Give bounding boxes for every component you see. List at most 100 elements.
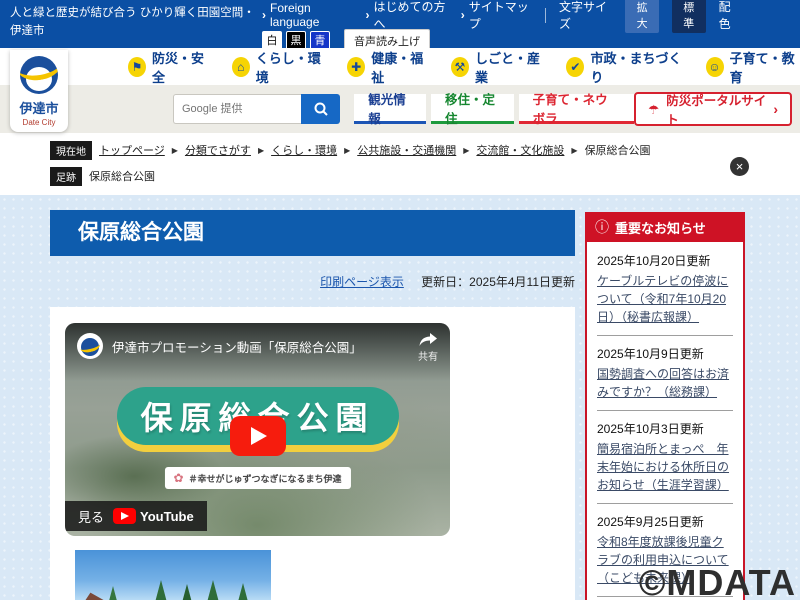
watch-on-youtube-bar[interactable]: 見る YouTube xyxy=(65,501,207,531)
city-catchphrase: 人と緑と歴史が結び合う ひかり輝く田園空間・伊達市 xyxy=(10,5,262,43)
news-item: 2025年10月20日更新 ケーブルテレビの停波について（令和7年10月20日）… xyxy=(597,252,733,336)
youtube-logo: YouTube xyxy=(113,508,194,524)
video-title[interactable]: 伊達市プロモーション動画「保原総合公園」 xyxy=(112,337,362,356)
tree-shape xyxy=(205,580,221,600)
youtube-wordmark: YouTube xyxy=(140,509,194,524)
watermark: ©MDATA xyxy=(639,562,796,600)
news-link[interactable]: 簡易宿泊所とまっぺ 年末年始における休所日のお知らせ（生涯学習課） xyxy=(597,440,733,494)
nav-label: くらし・環境 xyxy=(256,48,326,86)
share-icon xyxy=(419,333,437,347)
important-news-header: ⓘ 重要なお知らせ xyxy=(585,212,745,242)
news-link[interactable]: ケーブルテレビの停波について（令和7年10月20日）（秘書広報課） xyxy=(597,272,733,326)
chevron-icon: › xyxy=(461,8,465,22)
divider xyxy=(545,8,546,23)
youtube-play-icon xyxy=(113,508,136,524)
important-news-list: 2025年10月20日更新 ケーブルテレビの停波について（令和7年10月20日）… xyxy=(585,242,745,600)
share-button[interactable]: 共有 xyxy=(418,333,438,363)
medical-cross-icon: ✚ xyxy=(347,57,365,77)
umbrella-icon: ☂ xyxy=(648,102,659,117)
font-size-label: 文字サイズ xyxy=(559,0,612,32)
city-hall-icon: ✔ xyxy=(566,57,584,77)
news-date: 2025年10月20日更新 xyxy=(597,252,733,269)
date-city-emblem-icon xyxy=(20,56,58,94)
search-input[interactable] xyxy=(173,94,301,124)
breadcrumb-culture[interactable]: 交流館・文化施設 xyxy=(476,142,564,158)
video-tagline: ✿ ＃幸せがじゅずつなぎになるまち伊達 xyxy=(164,467,350,489)
utility-links-row: › Foreign language › はじめての方へ › サイトマップ 文字… xyxy=(262,5,740,25)
close-icon[interactable]: × xyxy=(730,157,749,176)
flower-icon: ✿ xyxy=(173,471,183,485)
logo-city-name: 伊達市 xyxy=(19,98,58,117)
link-sitemap[interactable]: › サイトマップ xyxy=(461,0,532,32)
news-link[interactable]: 国勢調査への回答はお済みですか？（総務課） xyxy=(597,365,733,401)
youtube-video-embed[interactable]: 伊達市プロモーション動画「保原総合公園」 共有 保原総合公園 ✿ ＃幸せがじゅず… xyxy=(65,323,450,536)
arrow-icon: ▶ xyxy=(172,146,178,155)
watch-label: 見る xyxy=(78,507,104,526)
chevron-right-icon: › xyxy=(773,101,778,117)
breadcrumb-facilities[interactable]: 公共施設・交通機関 xyxy=(357,142,456,158)
tab-childcare-neuvola[interactable]: 子育て・ネウボラ xyxy=(519,94,634,124)
nav-item-city-government[interactable]: ✔ 市政・まちづくり xyxy=(566,48,684,86)
tree-shape xyxy=(153,580,169,600)
share-label: 共有 xyxy=(418,348,438,363)
search-subnav: 観光情報 移住・定住 子育て・ネウボラ ☂ 防災ポータルサイト › xyxy=(0,85,800,133)
news-item: 2025年10月9日更新 国勢調査への回答はお済みですか？（総務課） xyxy=(597,345,733,411)
nav-item-work-industry[interactable]: ⚒ しごと・産業 xyxy=(451,48,546,86)
nav-label: しごと・産業 xyxy=(475,48,545,86)
page-title: 保原総合公園 xyxy=(50,210,575,256)
news-date: 2025年10月3日更新 xyxy=(597,420,733,437)
footprint-item: 保原総合公園 xyxy=(89,168,155,184)
city-logo[interactable]: 伊達市 Date City xyxy=(10,50,68,132)
update-row: 印刷ページ表示 更新日：2025年4月11日更新 xyxy=(50,273,575,290)
disaster-portal-button[interactable]: ☂ 防災ポータルサイト › xyxy=(634,92,792,126)
tab-migration[interactable]: 移住・定住 xyxy=(431,94,514,124)
search-button[interactable] xyxy=(301,94,340,124)
nav-item-living-environment[interactable]: ⌂ くらし・環境 xyxy=(232,48,327,86)
utility-controls: › Foreign language › はじめての方へ › サイトマップ 文字… xyxy=(262,5,740,43)
news-item: 2025年10月3日更新 簡易宿泊所とまっぺ 年末年始における休所日のお知らせ（… xyxy=(597,420,733,504)
breadcrumb-current-page: 保原総合公園 xyxy=(585,142,651,158)
nav-item-disaster-safety[interactable]: ⚑ 防災・安全 xyxy=(128,48,211,86)
quick-tabs: 観光情報 移住・定住 子育て・ネウボラ xyxy=(354,94,634,124)
arrow-icon: ▶ xyxy=(463,146,469,155)
link-foreign-language[interactable]: › Foreign language xyxy=(262,1,353,29)
nav-label: 健康・福祉 xyxy=(371,48,430,86)
logo-city-subtitle: Date City xyxy=(23,118,56,127)
breadcrumb: 現在地 トップページ ▶ 分類でさがす ▶ くらし・環境 ▶ 公共施設・交通機関… xyxy=(0,133,800,195)
important-news-panel: ⓘ 重要なお知らせ 2025年10月20日更新 ケーブルテレビの停波について（令… xyxy=(585,212,745,600)
page: 人と緑と歴史が結び合う ひかり輝く田園空間・伊達市 › Foreign lang… xyxy=(0,0,800,600)
info-icon: ⓘ xyxy=(595,217,609,237)
print-page-link[interactable]: 印刷ページ表示 xyxy=(320,275,404,289)
arrow-icon: ▶ xyxy=(571,146,577,155)
park-photo xyxy=(75,550,271,600)
breadcrumb-row: 現在地 トップページ ▶ 分類でさがす ▶ くらし・環境 ▶ 公共施設・交通機関… xyxy=(50,140,800,160)
chevron-icon: › xyxy=(366,8,370,22)
briefcase-icon: ⚒ xyxy=(451,57,469,77)
tree-shape xyxy=(179,584,195,600)
home-icon: ⌂ xyxy=(232,57,250,77)
flag-icon: ⚑ xyxy=(128,57,146,77)
link-first-visit[interactable]: › はじめての方へ xyxy=(366,0,448,32)
footprint-badge: 足跡 xyxy=(50,167,82,186)
video-header: 伊達市プロモーション動画「保原総合公園」 共有 xyxy=(65,323,450,381)
search-icon xyxy=(313,101,329,117)
play-button[interactable] xyxy=(230,416,286,456)
footprint-row: 足跡 保原総合公園 xyxy=(50,166,800,186)
page-title-bar: 保原総合公園 xyxy=(50,210,575,256)
tree-shape xyxy=(105,586,121,600)
link-label: サイトマップ xyxy=(469,0,532,32)
news-date: 2025年10月9日更新 xyxy=(597,345,733,362)
arrow-icon: ▶ xyxy=(344,146,350,155)
main-content: 保原総合公園 印刷ページ表示 更新日：2025年4月11日更新 伊達市プロモーシ… xyxy=(0,195,800,600)
nav-item-childcare-education[interactable]: ☺ 子育て・教育 xyxy=(706,48,800,86)
breadcrumb-home[interactable]: トップページ xyxy=(99,142,165,158)
current-location-badge: 現在地 xyxy=(50,141,92,160)
breadcrumb-category[interactable]: 分類でさがす xyxy=(185,142,251,158)
nav-item-health-welfare[interactable]: ✚ 健康・福祉 xyxy=(347,48,430,86)
updated-date: 更新日：2025年4月11日更新 xyxy=(421,275,575,289)
chevron-icon: › xyxy=(262,8,266,22)
news-date: 2025年9月25日更新 xyxy=(597,513,733,530)
link-label: Foreign language xyxy=(270,1,353,29)
tab-tourism[interactable]: 観光情報 xyxy=(354,94,426,124)
breadcrumb-living[interactable]: くらし・環境 xyxy=(271,142,337,158)
